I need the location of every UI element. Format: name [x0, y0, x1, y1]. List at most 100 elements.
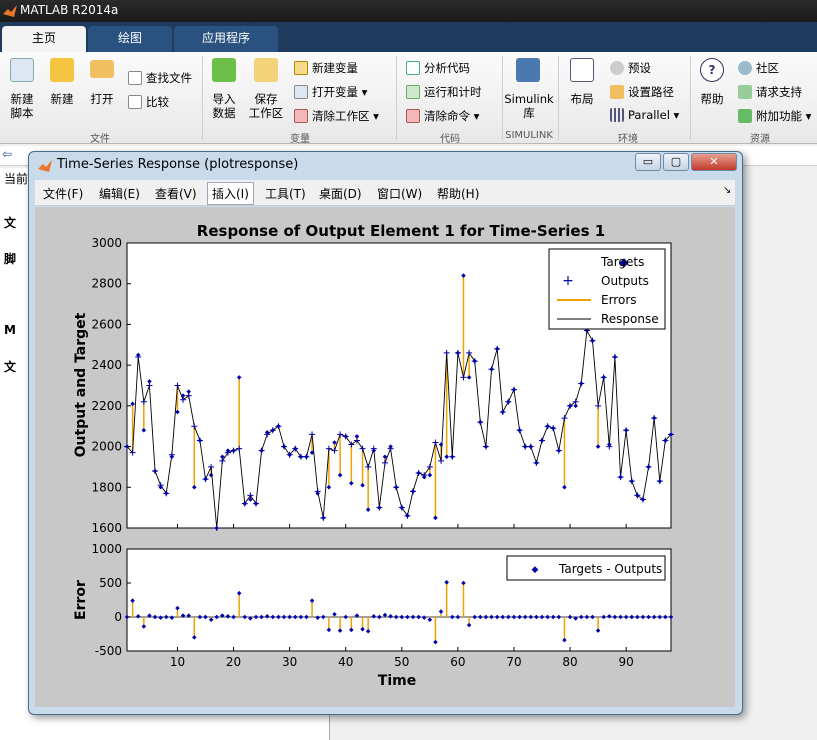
group-label-resources: 资源 — [750, 134, 770, 145]
import-data-icon — [212, 58, 236, 82]
save-workspace-button[interactable]: 保存 工作区 — [244, 92, 288, 120]
dock-arrow-icon[interactable]: ↘ — [723, 185, 731, 196]
open-folder-icon — [90, 60, 114, 78]
current-folder-label: 当前 — [4, 172, 29, 186]
y-tick-label: 1600 — [91, 521, 122, 535]
preferences-button[interactable]: 预设 — [610, 60, 651, 76]
x-tick-label: 80 — [562, 655, 577, 669]
help-button[interactable]: 帮助 — [694, 92, 730, 106]
import-data-button[interactable]: 导入 数据 — [206, 92, 242, 120]
chart-title: Response of Output Element 1 for Time-Se… — [197, 222, 605, 240]
layout-button[interactable]: 布局 — [564, 92, 600, 106]
clear-commands-icon — [406, 109, 420, 123]
maximize-button[interactable]: ▢ — [663, 153, 689, 171]
app-title: MATLAB R2014a — [20, 3, 119, 17]
ribbon-separator — [396, 56, 397, 140]
compare-button[interactable]: 比较 — [128, 94, 169, 110]
y-tick-label: 2600 — [91, 317, 122, 331]
y-tick-label: 1000 — [91, 542, 122, 556]
new-script-button[interactable]: 新建 脚本 — [4, 92, 40, 120]
y-tick-label: 1800 — [91, 480, 122, 494]
top-legend: ◆ Targets + Outputs Errors Response — [548, 248, 666, 330]
bottom-xlabel: Time — [378, 673, 416, 689]
find-files-icon — [128, 71, 142, 85]
menu-desktop[interactable]: 桌面(D) — [319, 185, 362, 202]
community-icon — [738, 61, 752, 75]
run-and-time-button[interactable]: 运行和计时 — [406, 84, 482, 100]
matlab-logo-icon — [3, 5, 17, 17]
y-tick-label: 3000 — [91, 236, 122, 250]
ribbon-separator — [690, 56, 691, 140]
legend-errors: Errors — [601, 293, 637, 307]
menu-edit[interactable]: 编辑(E) — [99, 185, 140, 202]
clear-workspace-button[interactable]: 清除工作区 ▾ — [294, 108, 379, 124]
save-workspace-icon — [254, 58, 278, 82]
request-support-button[interactable]: 请求支持 — [738, 84, 802, 100]
tab-apps[interactable]: 应用程序 — [174, 26, 278, 52]
simulink-library-button[interactable]: Simulink 库 — [504, 92, 554, 120]
community-button[interactable]: 社区 — [738, 60, 779, 76]
simulink-library-icon — [516, 58, 540, 82]
left-pane-item[interactable]: 文 — [4, 358, 16, 375]
menu-help[interactable]: 帮助(H) — [437, 185, 479, 202]
matlab-logo-icon — [38, 160, 52, 172]
ribbon-separator — [502, 56, 503, 140]
clear-commands-button[interactable]: 清除命令 ▾ — [406, 108, 479, 124]
parallel-icon — [610, 108, 624, 122]
minimize-button[interactable]: ▭ — [635, 153, 661, 171]
legend-outputs: Outputs — [601, 274, 649, 288]
x-tick-label: 50 — [394, 655, 409, 669]
set-path-button[interactable]: 设置路径 — [610, 84, 674, 100]
find-files-button[interactable]: 查找文件 — [128, 70, 192, 86]
svg-text:◆: ◆ — [532, 565, 539, 575]
figure-window-title: Time-Series Response (plotresponse) — [57, 157, 299, 172]
close-button[interactable]: ✕ — [691, 153, 737, 171]
new-button[interactable]: 新建 — [44, 92, 80, 106]
left-pane-item[interactable]: 脚 — [4, 250, 16, 267]
new-script-icon — [10, 58, 34, 82]
layout-icon — [570, 58, 594, 82]
app-titlebar: MATLAB R2014a — [0, 0, 817, 22]
legend-targets: Targets — [600, 255, 644, 269]
top-ylabel: Output and Target — [73, 312, 89, 457]
open-variable-button[interactable]: 打开变量 ▾ — [294, 84, 367, 100]
legend-targets-outputs: Targets - Outputs — [558, 562, 662, 576]
tab-plots[interactable]: 绘图 — [88, 26, 172, 52]
menu-insert[interactable]: 插入(I) — [207, 182, 254, 205]
figure-window: Time-Series Response (plotresponse) ▭ ▢ … — [28, 151, 743, 715]
y-tick-label: 2200 — [91, 399, 122, 413]
open-button[interactable]: 打开 — [84, 92, 120, 106]
new-variable-button[interactable]: 新建变量 — [294, 60, 358, 76]
back-arrow-icon[interactable]: ⇦ — [2, 147, 12, 161]
y-tick-label: -500 — [95, 644, 122, 658]
group-label-code: 代码 — [440, 134, 460, 145]
menu-view[interactable]: 查看(V) — [155, 185, 197, 202]
menu-window[interactable]: 窗口(W) — [377, 185, 422, 202]
left-pane-item[interactable]: M — [4, 323, 16, 337]
ribbon: 新建 脚本 新建 打开 查找文件 比较 文件 导入 数据 保存 工作区 新建变量… — [0, 52, 817, 145]
left-pane-item[interactable]: 文 — [4, 214, 16, 231]
add-ons-button[interactable]: 附加功能 ▾ — [738, 108, 811, 124]
x-tick-label: 70 — [506, 655, 521, 669]
ribbon-separator — [202, 56, 203, 140]
run-and-time-icon — [406, 85, 420, 99]
plot-svg: Response of Output Element 1 for Time-Se… — [73, 222, 674, 689]
x-tick-label: 20 — [226, 655, 241, 669]
ribbon-tabs: 主页 绘图 应用程序 — [0, 22, 817, 52]
menu-file[interactable]: 文件(F) — [43, 185, 83, 202]
x-tick-label: 60 — [450, 655, 465, 669]
group-label-file: 文件 — [90, 134, 110, 145]
x-tick-label: 40 — [338, 655, 353, 669]
x-tick-label: 10 — [170, 655, 185, 669]
compare-icon — [128, 95, 142, 109]
svg-text:+: + — [562, 273, 574, 289]
group-label-environment: 环境 — [618, 134, 638, 145]
tab-home[interactable]: 主页 — [2, 26, 86, 52]
menu-tools[interactable]: 工具(T) — [265, 185, 306, 202]
analyze-code-icon — [406, 61, 420, 75]
analyze-code-button[interactable]: 分析代码 — [406, 60, 470, 76]
figure-menubar: 文件(F) 编辑(E) 查看(V) 插入(I) 工具(T) 桌面(D) 窗口(W… — [35, 180, 735, 206]
parallel-button[interactable]: Parallel ▾ — [610, 108, 679, 122]
request-support-icon — [738, 85, 752, 99]
y-tick-label: 2000 — [91, 440, 122, 454]
